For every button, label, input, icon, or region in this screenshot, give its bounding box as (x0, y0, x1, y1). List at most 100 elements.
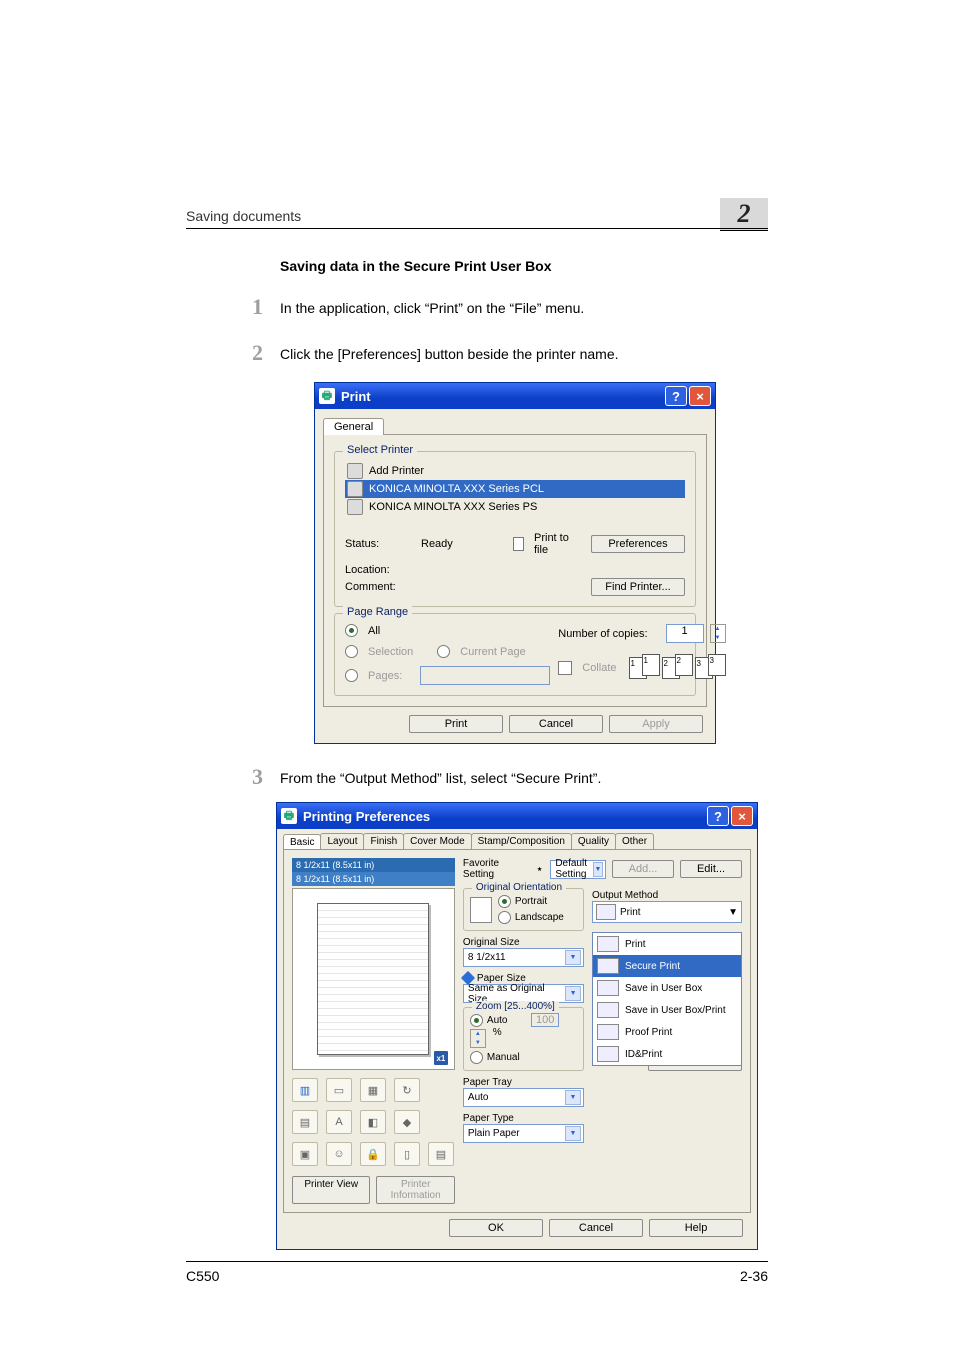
head-icon[interactable]: ☺ (326, 1142, 352, 1166)
secure-icon[interactable]: 🔒 (360, 1142, 386, 1166)
all-label: All (368, 625, 380, 637)
output-method-menu[interactable]: Print Secure Print Save in User Box Save… (592, 932, 742, 1066)
footer-rule (186, 1261, 768, 1262)
step-1: 1 In the application, click “Print” on t… (186, 294, 768, 320)
paper-tray-dropdown[interactable]: Auto▼ (463, 1088, 584, 1107)
menu-item-proof-print[interactable]: Proof Print (593, 1021, 741, 1043)
collate-icon: 11 22 33 (629, 657, 726, 679)
list-item[interactable]: Add Printer (345, 462, 685, 480)
percent-label: % (493, 1027, 502, 1038)
group-label: Original Orientation (472, 882, 566, 893)
list-item[interactable]: KONICA MINOLTA XXX Series PCL (345, 480, 685, 498)
tray-icon[interactable]: ▤ (292, 1110, 318, 1134)
favorite-dropdown[interactable]: Default Setting▼ (550, 860, 606, 879)
ok-button[interactable]: OK (449, 1219, 543, 1237)
menu-item-save-box-print[interactable]: Save in User Box/Print (593, 999, 741, 1021)
proof-icon (597, 1024, 619, 1040)
apply-button[interactable]: Apply (609, 715, 703, 733)
preferences-button[interactable]: Preferences (591, 535, 685, 553)
chevron-down-icon: ▼ (565, 986, 581, 1001)
all-radio[interactable] (345, 624, 358, 637)
tab-other[interactable]: Other (615, 833, 654, 849)
step-3: 3 From the “Output Method” list, select … (186, 764, 768, 790)
titlebar[interactable]: 🖶 Printing Preferences ? × (277, 803, 757, 829)
zoom-value-input[interactable]: 100 (531, 1013, 559, 1027)
chevron-down-icon: ▼ (565, 950, 581, 965)
cancel-button[interactable]: Cancel (509, 715, 603, 733)
favorite-add-button[interactable]: Add... (612, 860, 674, 878)
portrait-radio[interactable] (498, 895, 511, 908)
settings-column: Favorite Setting ⭑ Default Setting▼ Add.… (463, 858, 742, 1204)
text-icon[interactable]: A (326, 1110, 352, 1134)
list-item-label: KONICA MINOLTA XXX Series PS (369, 501, 537, 513)
footer-page: 2-36 (740, 1268, 768, 1284)
quality-icon[interactable]: ◆ (394, 1110, 420, 1134)
duplex-icon[interactable]: ▭ (326, 1078, 352, 1102)
output-method-label: Output Method (592, 890, 742, 901)
help-button[interactable]: Help (649, 1219, 743, 1237)
page-icon[interactable]: ▯ (394, 1142, 420, 1166)
orientation-icon (470, 897, 492, 923)
location-label: Location: (345, 564, 415, 576)
cancel-button[interactable]: Cancel (549, 1219, 643, 1237)
rotate-icon[interactable]: ↻ (394, 1078, 420, 1102)
paper-type-dropdown[interactable]: Plain Paper▼ (463, 1124, 584, 1143)
printer-icon: 🖶 (281, 808, 297, 824)
close-button[interactable]: × (689, 386, 711, 406)
zoom-spinner[interactable]: ▲▼ (470, 1029, 486, 1048)
print-to-file-checkbox[interactable] (513, 537, 524, 551)
tab-general[interactable]: General (323, 418, 384, 435)
footer-model: C550 (186, 1268, 219, 1284)
output-icon[interactable]: ▥ (292, 1078, 318, 1102)
help-button[interactable]: ? (665, 386, 687, 406)
id-icon (597, 1046, 619, 1062)
close-button[interactable]: × (731, 806, 753, 826)
tab-cover-mode[interactable]: Cover Mode (403, 833, 471, 849)
copy-count-badge: x1 (434, 1051, 448, 1065)
watermark-icon[interactable]: ◧ (360, 1110, 386, 1134)
stamp-icon[interactable]: ▣ (292, 1142, 318, 1166)
landscape-radio[interactable] (498, 911, 511, 924)
menu-item-print[interactable]: Print (593, 933, 741, 955)
printer-list[interactable]: Add Printer KONICA MINOLTA XXX Series PC… (345, 462, 685, 524)
printer-icon: 🖶 (319, 388, 335, 404)
zoom-manual-radio[interactable] (470, 1051, 483, 1064)
favorite-edit-button[interactable]: Edit... (680, 860, 742, 878)
printer-info-button[interactable]: Printer Information (376, 1176, 454, 1204)
size-display-2: 8 1/2x11 (8.5x11 in) (292, 872, 455, 886)
tab-basic[interactable]: Basic (283, 834, 321, 850)
paper-type-label: Paper Type (463, 1113, 584, 1124)
tab-quality[interactable]: Quality (571, 833, 616, 849)
tab-stamp-composition[interactable]: Stamp/Composition (471, 833, 572, 849)
pages-input[interactable] (420, 666, 550, 685)
menu-item-secure-print[interactable]: Secure Print (593, 955, 741, 977)
collate-checkbox[interactable] (558, 661, 572, 675)
menu-item-save-box[interactable]: Save in User Box (593, 977, 741, 999)
chevron-down-icon: ▼ (565, 1090, 581, 1105)
output-method-dropdown[interactable]: Print ▼ (592, 901, 742, 923)
pages-radio[interactable] (345, 669, 358, 682)
printer-view-button[interactable]: Printer View (292, 1176, 370, 1204)
list-icon[interactable]: ▤ (428, 1142, 454, 1166)
titlebar[interactable]: 🖶 Print ? × (315, 383, 715, 409)
nup-icon[interactable]: ▦ (360, 1078, 386, 1102)
copies-input[interactable]: 1 (666, 624, 704, 643)
orientation-group: Original Orientation Portrait Landscape (463, 888, 584, 931)
selection-radio[interactable] (345, 645, 358, 658)
copies-label: Number of copies: (558, 628, 647, 640)
menu-item-id-print[interactable]: ID&Print (593, 1043, 741, 1065)
list-item[interactable]: KONICA MINOLTA XXX Series PS (345, 498, 685, 516)
original-size-dropdown[interactable]: 8 1/2x11▼ (463, 948, 584, 967)
current-page-radio[interactable] (437, 645, 450, 658)
print-button[interactable]: Print (409, 715, 503, 733)
step-text: From the “Output Method” list, select “S… (280, 764, 601, 789)
comment-label: Comment: (345, 581, 415, 593)
copies-spinner[interactable]: ▲▼ (710, 624, 726, 643)
printer-icon (347, 499, 363, 515)
tab-finish[interactable]: Finish (363, 833, 404, 849)
help-button[interactable]: ? (707, 806, 729, 826)
find-printer-button[interactable]: Find Printer... (591, 578, 685, 596)
status-value: Ready (421, 538, 501, 550)
tab-layout[interactable]: Layout (320, 833, 364, 849)
zoom-auto-radio[interactable] (470, 1014, 483, 1027)
